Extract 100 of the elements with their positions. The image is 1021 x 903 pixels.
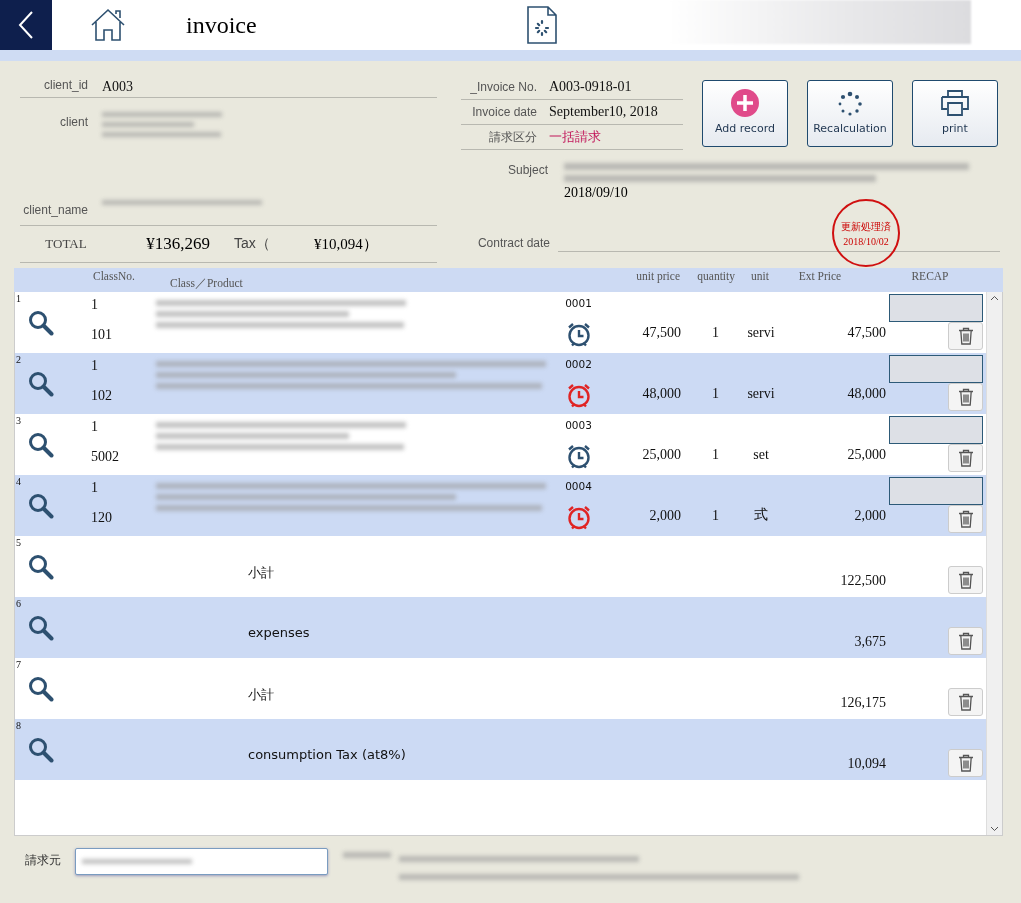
- delete-button[interactable]: [948, 505, 983, 533]
- trash-icon: [957, 693, 974, 711]
- quantity: 1: [711, 385, 720, 403]
- search-icon[interactable]: [28, 370, 54, 397]
- field-value: September10, 2018: [549, 104, 658, 120]
- tax-amount: ¥10,094: [314, 235, 363, 253]
- quantity: 1: [711, 324, 720, 342]
- recap-field[interactable]: [889, 416, 983, 444]
- field-label: _Invoice No.: [469, 80, 537, 94]
- field-label: client_id: [42, 77, 88, 92]
- item-number: 0001: [565, 297, 592, 309]
- quantity: 1: [711, 507, 720, 525]
- page-title: invoice: [186, 11, 258, 39]
- class-number: 1: [91, 297, 99, 313]
- column-header: quantity: [696, 269, 735, 285]
- chevron-left-icon: [18, 10, 34, 40]
- tax-label: Tax（: [234, 235, 271, 253]
- toolbar-button[interactable]: Add record: [702, 80, 788, 147]
- row-number: 1: [16, 293, 21, 304]
- back-button[interactable]: [0, 0, 52, 50]
- column-header: unit price: [635, 269, 680, 285]
- unit: servi: [746, 324, 776, 342]
- scrollbar[interactable]: [986, 292, 1002, 835]
- toolbar-button[interactable]: print: [912, 80, 998, 147]
- row-number: 2: [16, 354, 21, 365]
- search-icon[interactable]: [28, 492, 54, 519]
- column-header: unit: [750, 269, 770, 284]
- summary-amount: 126,175: [840, 695, 886, 711]
- summary-label: 小計: [248, 565, 274, 580]
- quantity: 1: [711, 446, 720, 464]
- row-number: 8: [16, 720, 21, 731]
- recap-field[interactable]: [889, 355, 983, 383]
- stamp-date: 2018/10/02: [843, 235, 889, 247]
- summary-label: consumption Tax (at8%): [248, 747, 406, 762]
- column-header: Class／Product: [169, 276, 244, 291]
- trash-icon: [957, 449, 974, 467]
- subject-label: Subject: [506, 163, 548, 179]
- field-label: Invoice date: [471, 105, 537, 119]
- field-value: A003-0918-01: [549, 79, 632, 95]
- delete-button[interactable]: [948, 749, 983, 777]
- spinner-icon: [837, 91, 863, 117]
- item-number: 0004: [565, 480, 592, 492]
- delete-button[interactable]: [948, 322, 983, 350]
- total-amount: ¥136,269: [145, 234, 210, 254]
- search-icon[interactable]: [28, 675, 54, 702]
- summary-amount: 3,675: [854, 634, 886, 650]
- ext-price: 25,000: [846, 446, 886, 464]
- delete-button[interactable]: [948, 566, 983, 594]
- row-number: 5: [16, 537, 21, 548]
- summary-label: 小計: [248, 687, 274, 702]
- field-value: A003: [102, 78, 134, 95]
- unit-price: 25,000: [641, 446, 681, 464]
- field-label: 請求元: [25, 852, 62, 869]
- item-number: 0002: [565, 358, 592, 370]
- trash-icon: [957, 632, 974, 650]
- trash-icon: [957, 754, 974, 772]
- document-icon[interactable]: [526, 6, 558, 44]
- unit: set: [752, 446, 770, 464]
- product-code: 5002: [91, 449, 120, 465]
- home-icon[interactable]: [90, 8, 126, 42]
- recap-field[interactable]: [889, 477, 983, 505]
- summary-label: expenses: [248, 625, 310, 640]
- closing-parenthesis: ）: [362, 234, 378, 254]
- trash-icon: [957, 327, 974, 345]
- recap-field[interactable]: [889, 294, 983, 322]
- search-icon[interactable]: [28, 553, 54, 580]
- scroll-down-icon[interactable]: [990, 826, 999, 832]
- scroll-up-icon[interactable]: [990, 295, 999, 301]
- total-label: TOTAL: [44, 236, 88, 252]
- row-number: 6: [16, 598, 21, 609]
- summary-amount: 10,094: [847, 756, 886, 772]
- unit-price: 47,500: [641, 324, 681, 342]
- toolbar-button[interactable]: Recalculation: [807, 80, 893, 147]
- product-code: 120: [91, 510, 113, 526]
- ext-price: 48,000: [846, 385, 886, 403]
- delete-button[interactable]: [948, 627, 983, 655]
- ext-price: 47,500: [846, 324, 886, 342]
- item-number: 0003: [565, 419, 592, 431]
- delete-button[interactable]: [948, 688, 983, 716]
- trash-icon: [957, 510, 974, 528]
- field-label: client_name: [22, 202, 88, 217]
- printer-icon: [940, 89, 970, 117]
- delete-button[interactable]: [948, 383, 983, 411]
- search-icon[interactable]: [28, 431, 54, 458]
- search-icon[interactable]: [28, 614, 54, 641]
- column-header: ClassNo.: [92, 269, 136, 284]
- search-icon[interactable]: [28, 736, 54, 763]
- delete-button[interactable]: [948, 444, 983, 472]
- trash-icon: [957, 388, 974, 406]
- ext-price: 2,000: [853, 507, 886, 525]
- class-number: 1: [91, 358, 99, 374]
- column-header: RECAP: [910, 269, 950, 284]
- subject-date: 2018/09/10: [564, 185, 629, 201]
- search-icon[interactable]: [28, 309, 54, 336]
- unit-price: 48,000: [641, 385, 681, 403]
- class-number: 1: [91, 480, 99, 496]
- blurred-text: [343, 852, 391, 858]
- issuer-dropdown[interactable]: [75, 848, 328, 875]
- contract-date-label: Contract date: [476, 236, 550, 252]
- product-code: 101: [91, 327, 113, 343]
